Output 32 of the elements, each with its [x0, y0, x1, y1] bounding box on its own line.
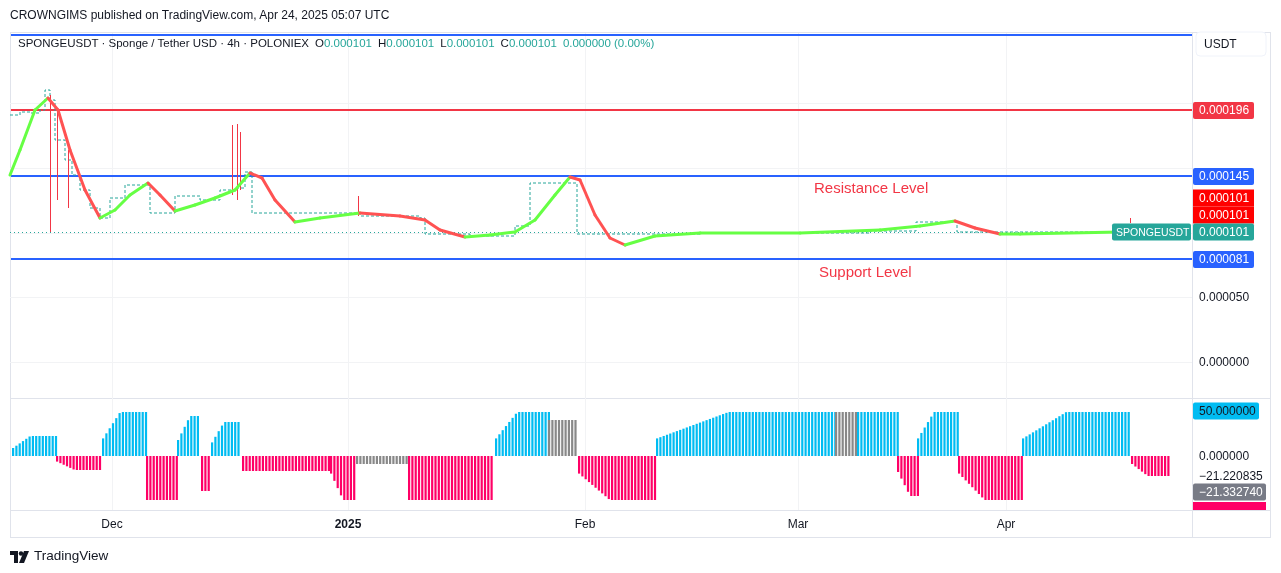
time-axis-label: Feb: [574, 517, 596, 531]
time-axis-label: Apr: [996, 517, 1016, 531]
ohlc-label: L: [440, 37, 447, 49]
oscillator-value-label[interactable]: 50.000000: [1193, 402, 1259, 420]
ohlc-label: H: [377, 37, 387, 49]
symbol-title: SPONGEUSDT · Sponge / Tether USD · 4h · POLONIEX: [18, 37, 309, 49]
time-axis-label: Mar: [787, 517, 809, 531]
oscillator-value-label[interactable]: −21.332740: [1193, 483, 1266, 501]
publisher-caption: CROWNGIMS published on TradingView.com, Apr 24, 2025 05:07 UTC: [10, 8, 390, 22]
chart-annotation: Support Level: [819, 263, 912, 280]
brand-name: TradingView: [34, 547, 109, 566]
price-change: 0.000000 (0.00%): [562, 37, 655, 49]
currency-button[interactable]: USDT: [1195, 31, 1267, 57]
ohlc-value: 0.000101: [446, 37, 495, 49]
ohlc-value: 0.000101: [386, 37, 435, 49]
price-axis-tick: 0.000000: [1199, 355, 1250, 369]
ohlc-value: 0.000101: [508, 37, 557, 49]
level-price-label[interactable]: 0.000145: [1193, 168, 1254, 185]
ohlc-label: C: [500, 37, 509, 49]
oscillator-axis-tick: −21.220835: [1199, 469, 1263, 483]
time-axis-label: 2025: [334, 517, 362, 531]
level-price-label[interactable]: 0.000081: [1193, 251, 1254, 268]
symbol-tag: SPONGEUSDT: [1112, 223, 1191, 241]
logo-icon: [10, 550, 30, 563]
price-label[interactable]: 0.000101: [1193, 189, 1254, 207]
oscillator-axis-tick: 0.000000: [1199, 449, 1250, 463]
level-price-label[interactable]: 0.000196: [1193, 102, 1254, 119]
chart-annotation: Resistance Level: [814, 179, 929, 196]
price-axis-tick: 0.000050: [1199, 290, 1250, 304]
ohlc-label: O: [315, 37, 324, 49]
time-axis-label: Dec: [101, 517, 123, 531]
ohlc-value: 0.000101: [323, 37, 372, 49]
